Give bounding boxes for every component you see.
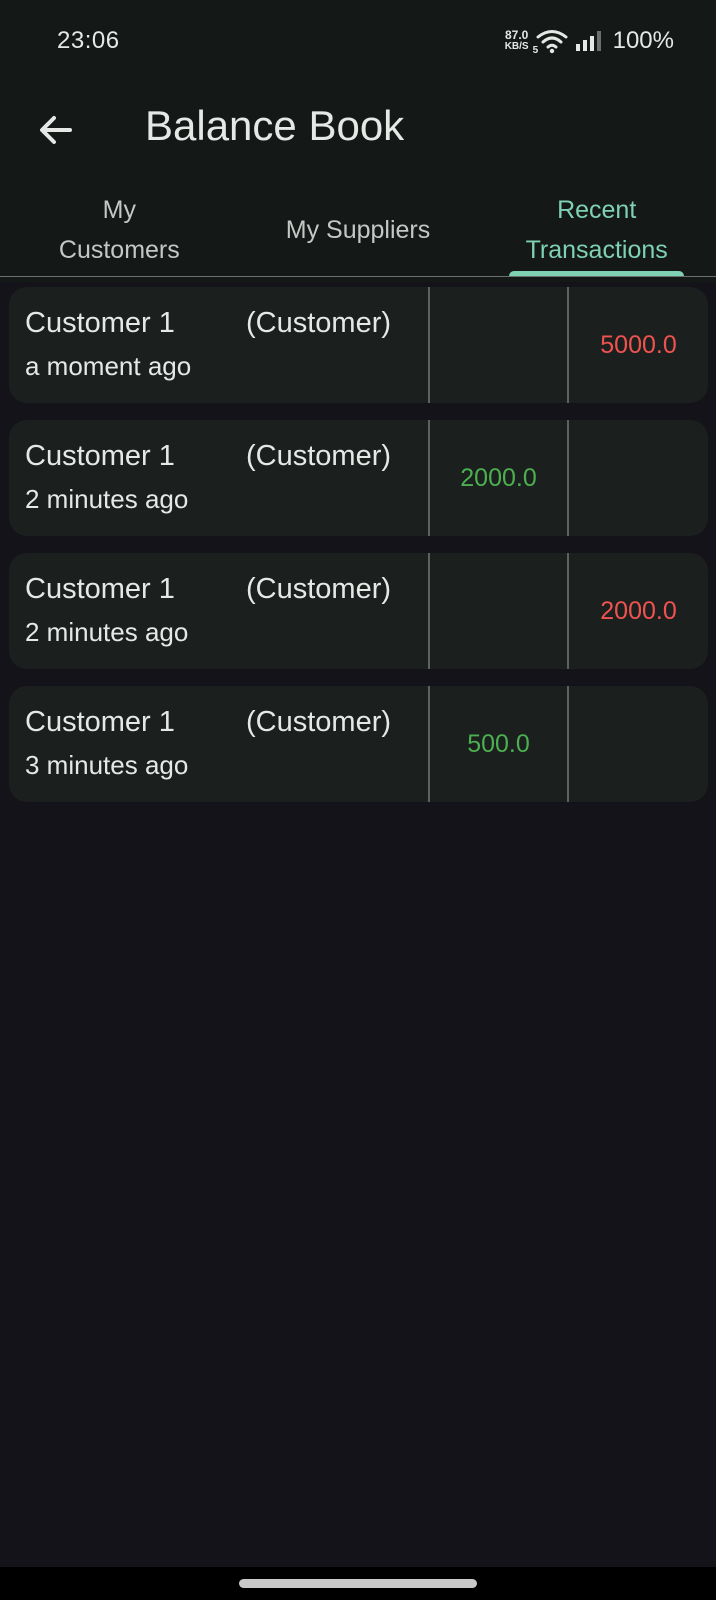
amount-got: 500.0 [467,729,530,758]
transaction-party-type: (Customer) [246,307,392,339]
transaction-card[interactable]: Customer 1 (Customer) a moment ago 5000.… [9,287,708,403]
app-bar: Balance Book [0,84,716,184]
transaction-time: 2 minutes ago [25,617,189,647]
arrow-left-icon [36,110,76,150]
tab-my-customers[interactable]: My Customers [0,184,239,276]
network-speed-unit: KB/S [504,41,529,52]
tabs-divider [0,276,716,277]
system-navigation-bar [0,1567,716,1600]
amount-gave: 5000.0 [600,330,677,359]
transaction-card[interactable]: Customer 1 (Customer) 3 minutes ago 500.… [9,686,708,802]
home-gesture-handle[interactable] [239,1579,477,1588]
transaction-party-type: (Customer) [246,706,392,738]
transaction-name: Customer 1 [25,307,175,339]
amount-got: 2000.0 [460,463,537,492]
transaction-name: Customer 1 [25,706,175,738]
wifi-icon: 5 [532,28,569,56]
tab-my-suppliers[interactable]: My Suppliers [239,184,478,276]
amount-gave [569,686,708,802]
transaction-time: 2 minutes ago [25,484,189,514]
tab-label: Recent Transactions [525,196,668,264]
tab-label: My Suppliers [285,216,431,244]
tab-label: My Customers [58,196,180,264]
amount-got [430,287,567,403]
signal-icon [575,29,603,53]
status-bar: 23:06 87.0 KB/S 5 100% [0,0,716,84]
transaction-name: Customer 1 [25,440,175,472]
transaction-time: a moment ago [25,351,192,381]
back-button[interactable] [30,104,82,156]
tab-bar: My Customers My Suppliers Recent Transac… [0,184,716,276]
status-time: 23:06 [57,27,120,54]
transaction-card[interactable]: Customer 1 (Customer) 2 minutes ago 2000… [9,553,708,669]
page-title: Balance Book [145,102,405,149]
amount-got [430,553,567,669]
tab-recent-transactions[interactable]: Recent Transactions [477,184,716,276]
network-speed-value: 87.0 [504,28,529,42]
battery-level: 100% [612,27,674,54]
transaction-name: Customer 1 [25,573,175,605]
transaction-party-type: (Customer) [246,573,392,605]
network-speed: 87.0 KB/S [504,28,529,52]
transaction-party-type: (Customer) [246,440,392,472]
status-icons: 87.0 KB/S 5 100% [505,24,674,58]
amount-gave [569,420,708,536]
amount-gave: 2000.0 [600,596,677,625]
transaction-card[interactable]: Customer 1 (Customer) 2 minutes ago 2000… [9,420,708,536]
wifi-badge: 5 [532,45,539,56]
transactions-list: Customer 1 (Customer) a moment ago 5000.… [9,287,708,819]
transaction-time: 3 minutes ago [25,750,189,780]
